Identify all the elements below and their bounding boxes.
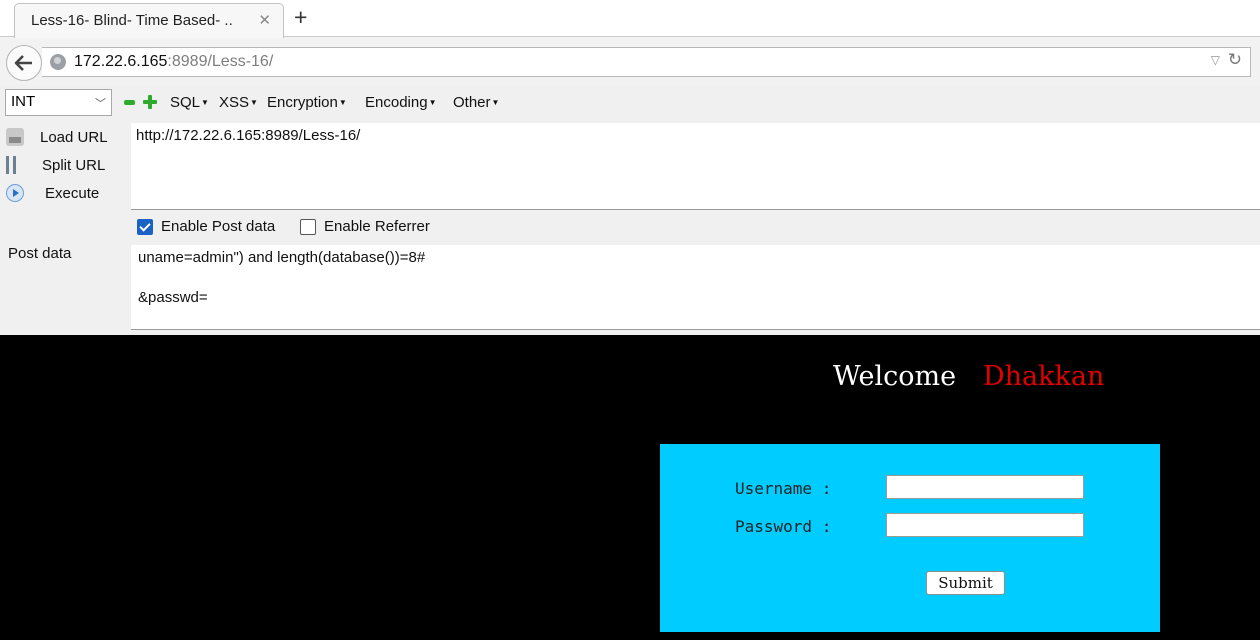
url-path: :8989/Less-16/ [167,53,274,70]
post-data-line-1: uname=admin") and length(database())=8# [138,249,426,266]
menu-encryption-label: Encryption [267,94,338,111]
page-content: Welcome Dhakkan Username : Password : Su… [0,335,1260,640]
dropdown-arrow-icon: ▼ [491,98,500,107]
menu-sql-label: SQL [170,94,201,111]
execute-icon [6,184,24,202]
username-label: Username : [735,479,832,498]
type-select[interactable]: INT ﹀ [5,89,112,116]
split-url-label: Split URL [42,157,106,174]
post-data-line-2: &passwd= [138,289,208,306]
menu-xss-label: XSS [219,94,250,111]
dropdown-arrow-icon: ▼ [201,98,209,107]
split-url-icon [6,156,19,174]
checkbox-checked-icon[interactable] [137,219,153,235]
username-input[interactable] [886,475,1084,499]
checkbox-unchecked-icon[interactable] [300,219,316,235]
address-text: 172.22.6.165:8989/Less-16/ [74,53,273,71]
menu-other[interactable]: Other▼ [453,94,499,111]
post-data-textarea[interactable]: uname=admin") and length(database())=8# … [131,245,1260,330]
password-label: Password : [735,517,832,536]
menu-encryption[interactable]: Encryption▼ [267,94,347,111]
type-select-value: INT [11,93,36,110]
menu-encoding-label: Encoding [365,94,428,111]
enable-referrer-label: Enable Referrer [324,218,430,235]
reload-icon[interactable]: ↻ [1228,50,1242,70]
chevron-down-icon: ﹀ [95,98,106,110]
hackbar-url-textarea[interactable]: http://172.22.6.165:8989/Less-16/ [131,123,1260,210]
load-url-label: Load URL [40,129,108,146]
password-input[interactable] [886,513,1084,537]
welcome-name: Dhakkan [983,361,1105,392]
menu-other-label: Other [453,94,491,111]
load-url-icon [6,128,24,146]
tab-close-icon[interactable]: ✕ [258,11,271,29]
dropdown-arrow-icon: ▼ [338,98,347,107]
execute-label: Execute [45,185,100,202]
decrease-icon[interactable] [124,100,135,105]
dropdown-arrow-icon: ▼ [250,98,258,107]
increase-icon[interactable] [143,95,157,109]
hackbar-actions: Load URL Split URL Execute [0,123,131,335]
dropdown-arrow-icon: ▼ [428,98,437,107]
submit-button[interactable]: Submit [926,571,1005,595]
back-button[interactable] [6,45,42,81]
url-host: 172.22.6.165 [74,53,168,70]
menu-sql[interactable]: SQL▼ [170,94,209,111]
hackbar-toolbar: INT ﹀ SQL▼ XSS▼ Encryption▼ Encoding▼ Ot… [0,85,1260,123]
enable-post-data-label: Enable Post data [161,218,276,235]
tab-strip: Less-16- Blind- Time Based- .. ✕ + [0,0,1260,38]
navigation-bar: 172.22.6.165:8989/Less-16/ ▽ ↻ [0,37,1260,85]
welcome-text: Welcome [833,361,957,392]
globe-icon [50,54,66,70]
post-data-label: Post data [8,245,72,262]
history-dropdown-icon[interactable]: ▽ [1211,53,1220,67]
back-arrow-icon [14,55,32,71]
menu-xss[interactable]: XSS▼ [219,94,258,111]
tab-title: Less-16- Blind- Time Based- .. [31,12,233,29]
new-tab-button[interactable]: + [294,4,307,31]
browser-tab[interactable]: Less-16- Blind- Time Based- .. ✕ [14,3,284,38]
hackbar-url-text: http://172.22.6.165:8989/Less-16/ [136,127,361,144]
menu-encoding[interactable]: Encoding▼ [365,94,436,111]
login-form: Username : Password : Submit [660,444,1160,632]
address-bar[interactable]: 172.22.6.165:8989/Less-16/ ▽ ↻ [42,47,1251,77]
